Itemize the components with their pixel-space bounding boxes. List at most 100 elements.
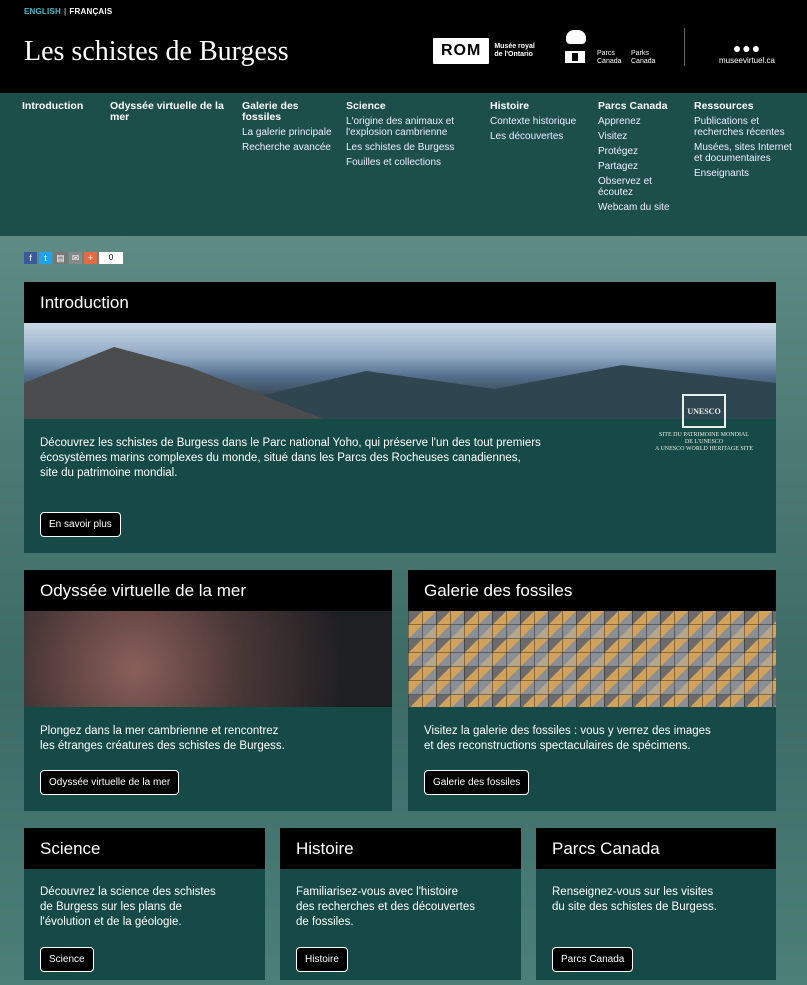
- nav-item-excavations[interactable]: Fouilles et collections: [346, 157, 476, 168]
- parks-en-line-1: Parks: [631, 50, 649, 57]
- science-button[interactable]: Science: [40, 947, 94, 972]
- nav-item-share[interactable]: Partagez: [598, 161, 678, 172]
- card-text-science: Découvrez la science des schistes de Bur…: [40, 885, 255, 930]
- history-text-line-2: des recherches et des découvertes: [296, 901, 475, 913]
- language-switcher: ENGLISH | FRANÇAIS: [24, 7, 112, 16]
- gallery-text-line-2: et des reconstructions spectaculaires de…: [424, 740, 691, 752]
- parks-fr-line-2: Canada: [597, 58, 622, 65]
- history-text-line-1: Familiarisez-vous avec l'histoire: [296, 886, 458, 898]
- history-button[interactable]: Histoire: [296, 947, 348, 972]
- parks-canada-en: Parks Canada: [631, 50, 656, 66]
- card-text-odyssey: Plongez dans la mer cambrienne et rencon…: [40, 724, 380, 754]
- card-title-odyssey: Odyssée virtuelle de la mer: [24, 570, 392, 611]
- nav-item-visit[interactable]: Visitez: [598, 131, 678, 142]
- nav-item-publications[interactable]: Publications et recherches récentes: [694, 116, 794, 138]
- nav-col-history: Histoire Contexte historique Les découve…: [490, 101, 580, 143]
- nav-item-webcam[interactable]: Webcam du site: [598, 202, 678, 213]
- rom-caption-line-2: de l'Ontario: [494, 51, 533, 58]
- header-divider: [684, 28, 685, 66]
- parks-canada-logo[interactable]: Parcs Canada Parks Canada: [563, 30, 663, 70]
- card-text-introduction: Découvrez les schistes de Burgess dans l…: [40, 436, 600, 481]
- card-history: Histoire Familiarisez-vous avec l'histoi…: [280, 828, 521, 980]
- nav-item-discoveries[interactable]: Les découvertes: [490, 131, 580, 142]
- share-bar: f t ▤ ✉ + 0: [24, 252, 123, 264]
- nav-item-main-gallery[interactable]: La galerie principale: [242, 127, 332, 138]
- nav-col-science: Science L'origine des animaux et l'explo…: [346, 101, 476, 169]
- parks-text-line-2: du site des schistes de Burgess.: [552, 901, 717, 913]
- rom-logo-caption: Musée royal de l'Ontario: [494, 43, 534, 59]
- nav-item-animal-origin[interactable]: L'origine des animaux et l'explosion cam…: [346, 116, 476, 138]
- beaver-icon: [566, 30, 586, 44]
- facebook-icon[interactable]: f: [24, 252, 37, 264]
- card-science: Science Découvrez la science des schiste…: [24, 828, 265, 980]
- intro-text-line-2: écosystèmes marins complexes du monde, s…: [40, 452, 521, 464]
- twitter-icon[interactable]: t: [39, 252, 52, 264]
- lang-english-link[interactable]: ENGLISH: [24, 7, 61, 16]
- nav-head-introduction[interactable]: Introduction: [22, 101, 102, 112]
- card-introduction: Introduction Découvrez les schistes de B…: [24, 282, 776, 553]
- card-title-gallery: Galerie des fossiles: [408, 570, 776, 611]
- gallery-button[interactable]: Galerie des fossiles: [424, 770, 530, 795]
- fossil-grid-image: [408, 611, 776, 707]
- card-text-gallery: Visitez la galerie des fossiles : vous y…: [424, 724, 769, 754]
- parks-canada-fr: Parcs Canada: [597, 50, 622, 66]
- nav-head-odyssey[interactable]: Odyssée virtuelle de la mer: [110, 101, 225, 123]
- nav-col-parks: Parcs Canada Apprenez Visitez Protégez P…: [598, 101, 678, 214]
- history-text-line-3: de fossiles.: [296, 916, 354, 928]
- card-gallery: Galerie des fossiles Visitez la galerie …: [408, 570, 776, 811]
- card-odyssey: Odyssée virtuelle de la mer Plongez dans…: [24, 570, 392, 811]
- nav-item-learn[interactable]: Apprenez: [598, 116, 678, 127]
- nav-head-resources[interactable]: Ressources: [694, 101, 794, 112]
- nav-item-observe[interactable]: Observez et écoutez: [598, 176, 678, 198]
- nav-item-teachers[interactable]: Enseignants: [694, 168, 794, 179]
- unesco-line-2: DE L'UNESCO: [684, 439, 724, 445]
- print-icon[interactable]: ▤: [54, 252, 67, 264]
- rom-logo[interactable]: ROM Musée royal de l'Ontario: [433, 35, 535, 67]
- nav-item-historical-context[interactable]: Contexte historique: [490, 116, 580, 127]
- unesco-icon: UNESCO: [682, 394, 726, 428]
- nav-item-advanced-search[interactable]: Recherche avancée: [242, 142, 332, 153]
- gallery-text-line-1: Visitez la galerie des fossiles : vous y…: [424, 725, 711, 737]
- parks-canada-button[interactable]: Parcs Canada: [552, 947, 634, 972]
- mvc-logo-text: museevirtuel.ca: [718, 56, 776, 65]
- unesco-emblem: UNESCO SITE DU PATRIMOINE MONDIAL DE L'U…: [644, 394, 764, 453]
- nav-item-burgess-shale[interactable]: Les schistes de Burgess: [346, 142, 476, 153]
- rom-caption-line-1: Musée royal: [494, 43, 535, 50]
- site-title[interactable]: Les schistes de Burgess: [24, 36, 289, 68]
- share-count: 0: [99, 252, 123, 264]
- main-navigation: Introduction Odyssée virtuelle de la mer…: [0, 93, 807, 236]
- nav-item-museums[interactable]: Musées, sites Internet et documentaires: [694, 142, 794, 164]
- card-parks-canada: Parcs Canada Renseignez-vous sur les vis…: [536, 828, 776, 980]
- lang-french-link[interactable]: FRANÇAIS: [69, 7, 112, 16]
- parks-fr-line-1: Parcs: [597, 50, 615, 57]
- cambrian-sea-image: [24, 611, 392, 707]
- email-icon[interactable]: ✉: [69, 252, 82, 264]
- rom-logo-mark: ROM: [433, 38, 490, 64]
- card-text-parks-canada: Renseignez-vous sur les visites du site …: [552, 885, 767, 915]
- nav-head-science[interactable]: Science: [346, 101, 476, 112]
- nav-head-parks[interactable]: Parcs Canada: [598, 101, 678, 112]
- nav-head-history[interactable]: Histoire: [490, 101, 580, 112]
- intro-text-line-1: Découvrez les schistes de Burgess dans l…: [40, 437, 541, 449]
- learn-more-button[interactable]: En savoir plus: [40, 512, 121, 537]
- card-title-introduction: Introduction: [24, 282, 776, 323]
- virtual-museum-logo[interactable]: ●●● museevirtuel.ca: [712, 40, 782, 65]
- site-header: ENGLISH | FRANÇAIS Les schistes de Burgess…: [0, 0, 807, 93]
- plus-share-icon[interactable]: +: [84, 252, 97, 264]
- unesco-line-3: A UNESCO WORLD HERITAGE SITE: [654, 446, 754, 452]
- intro-text-line-3: site du patrimoine mondial.: [40, 467, 178, 479]
- parks-en-line-2: Canada: [631, 58, 656, 65]
- odyssey-text-line-2: les étranges créatures des schistes de B…: [40, 740, 285, 752]
- card-title-history: Histoire: [280, 828, 521, 869]
- odyssey-text-line-1: Plongez dans la mer cambrienne et rencon…: [40, 725, 279, 737]
- nav-head-gallery[interactable]: Galerie des fossiles: [242, 101, 332, 123]
- nav-item-protect[interactable]: Protégez: [598, 146, 678, 157]
- mountain-ridge-shape: [24, 347, 324, 419]
- nav-col-resources: Ressources Publications et recherches ré…: [694, 101, 794, 180]
- mvc-logo-mark: ●●●: [732, 40, 762, 56]
- science-text-line-3: l'évolution et de la géologie.: [40, 916, 182, 928]
- science-text-line-1: Découvrez la science des schistes: [40, 886, 216, 898]
- odyssey-button[interactable]: Odyssée virtuelle de la mer: [40, 770, 180, 795]
- card-title-parks-canada: Parcs Canada: [536, 828, 776, 869]
- lang-separator: |: [63, 7, 67, 16]
